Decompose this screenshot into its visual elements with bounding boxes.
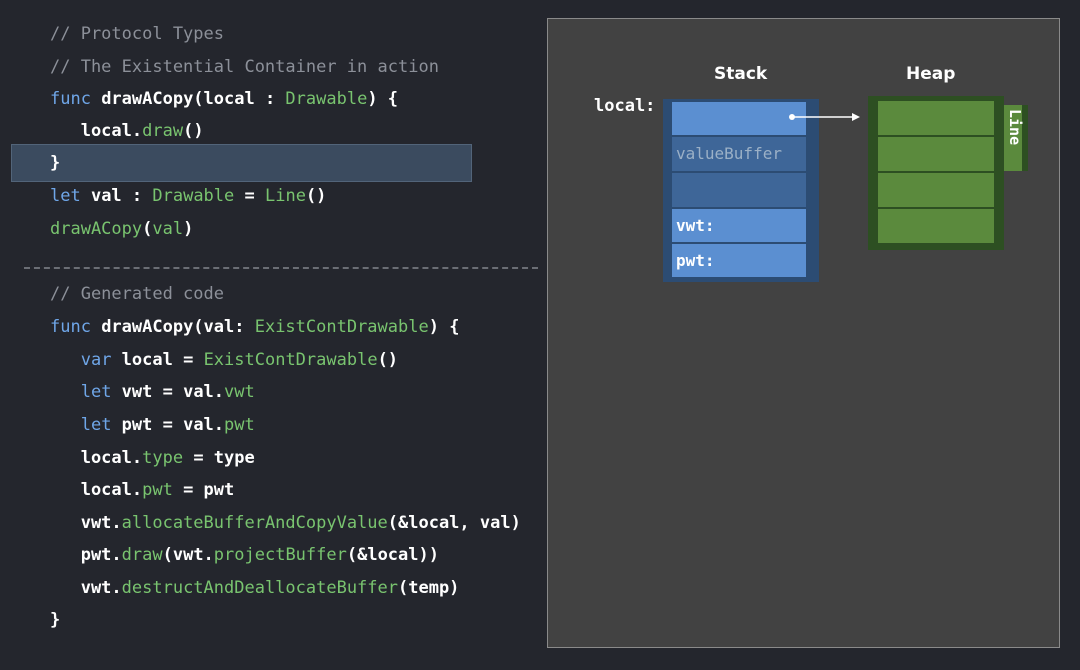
- line-type-label: Line: [1006, 109, 1024, 146]
- code-line: let vwt = val.vwt: [50, 376, 255, 408]
- code-token: local.: [50, 121, 143, 141]
- code-token: val: [152, 219, 184, 239]
- code-token: var: [80, 350, 112, 370]
- code-line: vwt.allocateBufferAndCopyValue(&local, v…: [50, 507, 521, 539]
- code-token: vwt = val.: [111, 382, 225, 402]
- code-token: // The Existential Container in action: [50, 57, 439, 77]
- code-token: (vwt.: [162, 545, 214, 565]
- code-token: draw: [121, 545, 163, 565]
- line-type-tab: Line: [1004, 105, 1028, 171]
- code-pane: // Protocol Types // The Existential Cont…: [0, 0, 545, 670]
- code-token: draw: [142, 121, 184, 141]
- code-line: // Protocol Types: [50, 18, 224, 50]
- code-line: let pwt = val.pwt: [50, 409, 255, 441]
- stack-cell-buffer-empty: [672, 173, 806, 207]
- code-token: func: [50, 317, 91, 337]
- code-token: ExistContDrawable: [203, 350, 378, 370]
- code-token: val :: [80, 186, 153, 206]
- code-token: = pwt: [172, 480, 235, 500]
- code-token: (&local, val): [387, 513, 521, 533]
- code-token: (): [305, 186, 327, 206]
- line-tab-inner: Line: [1004, 105, 1024, 171]
- code-token: (: [142, 219, 153, 239]
- code-line: func drawACopy(local : Drawable) {: [50, 83, 398, 115]
- code-token: local =: [111, 350, 204, 370]
- code-token: // Protocol Types: [50, 24, 224, 44]
- code-token: ) {: [428, 317, 460, 337]
- stack-label: Stack: [714, 64, 768, 84]
- code-token: (): [183, 121, 204, 141]
- code-token: drawACopy: [50, 219, 143, 239]
- code-token: vwt.: [50, 513, 122, 533]
- code-token: Drawable: [285, 89, 368, 109]
- code-token: pwt = val.: [111, 415, 225, 435]
- code-token: local.: [50, 480, 143, 500]
- code-line: local.type = type: [50, 442, 255, 474]
- code-token: allocateBufferAndCopyValue: [121, 513, 388, 533]
- arrowhead: [852, 113, 860, 121]
- code-token: let: [80, 415, 112, 435]
- code-token: }: [50, 610, 61, 630]
- code-token: let: [50, 186, 81, 206]
- code-token: = type: [183, 448, 255, 468]
- code-line: let val : Drawable = Line(): [50, 180, 326, 212]
- stack-cell-pwt: pwt:: [672, 244, 806, 277]
- local-label: local:: [594, 96, 656, 116]
- highlighted-line: [11, 144, 472, 182]
- code-line: var local = ExistContDrawable(): [50, 344, 398, 376]
- heap-cell: [878, 209, 994, 243]
- code-token: drawACopy(val:: [90, 317, 255, 337]
- code-token: (&local)): [346, 545, 439, 565]
- code-line: local.pwt = pwt: [50, 474, 235, 506]
- code-token: pwt: [142, 480, 173, 500]
- code-token: destructAndDeallocateBuffer: [121, 578, 398, 598]
- code-token: local.: [50, 448, 143, 468]
- code-line: }: [50, 147, 60, 179]
- code-line: local.draw(): [50, 115, 204, 147]
- code-line: // Generated code: [50, 278, 224, 310]
- code-token: ) {: [367, 89, 399, 109]
- dashed-separator: [24, 267, 538, 269]
- code-token: }: [50, 153, 61, 173]
- code-token: pwt: [224, 415, 255, 435]
- code-line: drawACopy(val): [50, 213, 193, 245]
- code-token: ExistContDrawable: [254, 317, 429, 337]
- code-token: ): [183, 219, 194, 239]
- code-token: (temp): [398, 578, 460, 598]
- code-token: projectBuffer: [213, 545, 347, 565]
- code-token: vwt: [224, 382, 255, 402]
- code-line: }: [50, 604, 60, 636]
- code-token: Line: [264, 186, 306, 206]
- heap-cell: [878, 173, 994, 207]
- code-token: Drawable: [152, 186, 235, 206]
- stack-cell-vwt: vwt:: [672, 209, 806, 242]
- pointer-arrow: [789, 113, 860, 121]
- code-token: pwt.: [50, 545, 122, 565]
- code-token: // Generated code: [50, 284, 224, 304]
- code-token: func: [50, 89, 91, 109]
- code-token: type: [142, 448, 184, 468]
- code-line: vwt.destructAndDeallocateBuffer(temp): [50, 572, 460, 604]
- heap-label: Heap: [906, 64, 956, 84]
- code-token: =: [234, 186, 265, 206]
- stack-cell-value-buffer: valueBuffer: [672, 137, 806, 171]
- code-line: func drawACopy(val: ExistContDrawable) {: [50, 311, 459, 343]
- heap-cell: [878, 101, 994, 135]
- code-line: pwt.draw(vwt.projectBuffer(&local)): [50, 539, 439, 571]
- code-token: drawACopy(local :: [90, 89, 286, 109]
- heap-cell: [878, 137, 994, 171]
- code-line: // The Existential Container in action: [50, 51, 439, 83]
- code-token: vwt.: [50, 578, 122, 598]
- code-token: (): [377, 350, 399, 370]
- code-token: let: [80, 382, 112, 402]
- heap-box: [868, 96, 1004, 250]
- memory-diagram-panel: Stack Heap local: valueBuffer vwt: pwt: …: [547, 18, 1060, 648]
